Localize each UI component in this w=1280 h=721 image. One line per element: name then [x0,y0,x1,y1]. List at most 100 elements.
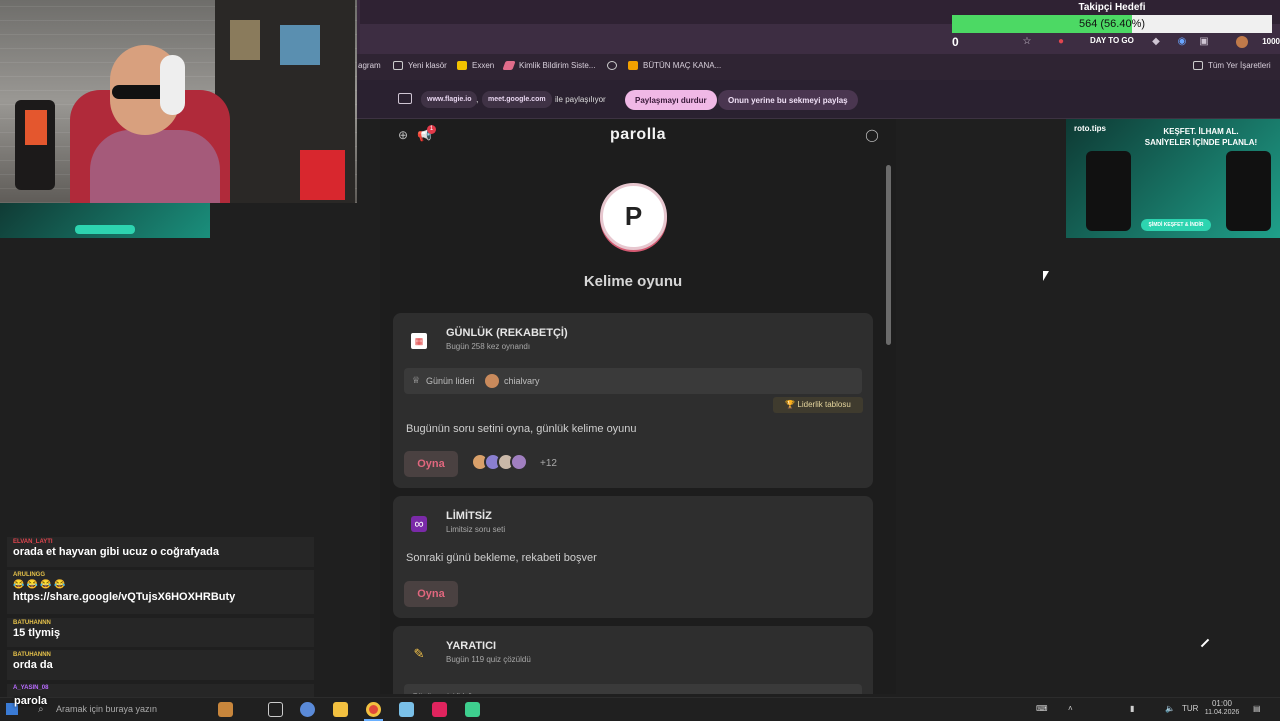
phone-image [1086,151,1131,231]
shared-site-chip: meet.google.com [482,91,552,108]
folder-icon [1193,61,1203,70]
turkish-flag [300,150,345,200]
search-placeholder: Aramak için buraya yazın [56,704,158,714]
site-logo[interactable]: parolla [380,126,896,144]
ad-headline: SANİYELER İÇİNDE PLANLA! [1144,138,1258,147]
pencil-icon: ✎ [413,646,425,661]
app-icon[interactable] [432,702,447,717]
globe-icon [607,61,617,70]
leader-name[interactable]: chialvary [504,376,540,386]
battery-icon[interactable]: ▮ [1130,704,1134,713]
webcam-overlay [0,0,357,203]
unlimited-game-card: ∞ LİMİTSİZ Limitsiz soru seti Sonraki gü… [393,496,873,618]
leaderboard-button[interactable]: 🏆 Liderlik tablosu [773,397,863,413]
card-subtitle: Bugün 119 quiz çözüldü [446,655,531,664]
pen-cursor-icon [1200,638,1210,648]
bookmark-item[interactable]: BÜTÜN MAÇ KANA... [628,61,721,70]
taskbar-search[interactable]: ⌕ Aramak için buraya yazın [32,701,202,718]
chrome-icon[interactable] [366,702,381,717]
chat-message: BATUHANNN orda da [7,650,314,680]
user-icon[interactable]: ◯ [865,128,879,142]
share-status-text: ile paylaşılıyor [555,95,606,104]
screen-share-icon [398,93,412,104]
all-bookmarks[interactable]: Tüm Yer İşaretleri [1193,61,1271,70]
exxen-icon [457,61,467,70]
play-button[interactable]: Oyna [404,451,458,477]
bookmark-item[interactable]: Kimlik Bildirim Siste... [502,61,596,70]
trophy-icon: ♕ [412,375,421,385]
daily-quiz-row[interactable]: Günün quizi "de" [404,684,862,694]
chat-text: parola [14,695,48,707]
app-icon[interactable] [465,702,480,717]
goal-progress-text: 564 (56.40%) [1078,18,1146,30]
chat-message: BATUHANNN 15 tlymiş [7,618,314,647]
goal-progress-bar: 564 (56.40%) [952,15,1272,33]
task-view-icon[interactable] [268,702,283,717]
clock-date[interactable]: 11.04.2026 [1202,709,1242,716]
ad-brand: roto.tips [1074,124,1106,133]
profile-avatar[interactable]: P [600,183,667,250]
ad-banner-right[interactable]: roto.tips KEŞFET. İLHAM AL. SANİYELER İÇ… [1066,119,1280,238]
id-icon [502,61,516,70]
figure [280,25,320,65]
taskbar-widget-icon[interactable] [218,702,233,717]
mouse-cursor [1043,271,1049,281]
copilot-icon[interactable] [300,702,315,717]
bookmark-item[interactable]: agram [358,61,381,70]
bookmark-item[interactable] [607,61,617,70]
leader-avatar [485,374,499,388]
keyboard-icon[interactable]: ⌨ [1036,704,1048,713]
phone-image [1226,151,1271,231]
bookmark-label: Kimlik Bildirim Siste... [519,61,596,70]
separator: , [476,94,479,104]
more-players-count: +12 [540,458,557,469]
shared-site-chip: www.flagie.io [421,91,478,108]
chat-emoji: 😂 😂 😂 😂 [13,579,66,589]
chat-text: orda da [13,659,53,671]
app-icon[interactable] [399,702,414,717]
ad-banner-left[interactable] [0,203,210,238]
calendar-icon: ▦ [411,333,427,349]
player-avatar [510,453,528,471]
clock-time[interactable]: 01:00 [1205,699,1239,708]
tray-chevron-icon[interactable]: ˄ [1068,704,1073,713]
chat-message: ARULINGG 😂 😂 😂 😂 https://share.google/vQ… [7,570,314,614]
share-this-tab-button[interactable]: Onun yerine bu sekmeyi paylaş [718,90,858,110]
page-scrollbar[interactable] [885,157,892,692]
goal-end-value: 1000 [1262,37,1280,46]
play-button[interactable]: Oyna [404,581,458,607]
jp-icon [628,61,638,70]
scrollbar-thumb[interactable] [886,165,891,345]
folder-icon [393,61,403,70]
bookmark-item[interactable]: Exxen [457,61,494,70]
page-title: Kelime oyunu [583,273,683,290]
chat-username: A_YASIN_08 [13,685,49,691]
follower-goal-widget: Takipçi Hedefi 564 (56.40%) 0 1000 [952,0,1280,52]
mic-light [25,110,47,145]
card-title: LİMİTSİZ [446,510,492,522]
streamer-shirt [90,130,220,203]
card-title: GÜNLÜK (REKABETÇİ) [446,327,568,339]
parolla-page: ⊕ 📢 1 parolla ◯ P Kelime oyunu ▦ GÜNLÜK … [380,119,896,694]
notification-icon[interactable]: ▤ [1253,704,1261,713]
input-language[interactable]: TUR [1182,704,1198,713]
bookmark-label: BÜTÜN MAÇ KANA... [643,61,722,70]
chat-message: ELVAN_LAYTI orada et hayvan gibi ucuz o … [7,537,314,567]
headphones [160,55,185,115]
card-title: YARATICI [446,640,497,652]
chat-text: https://share.google/vQTujsX6HOXHRButy [13,591,236,603]
bookmark-label: Tüm Yer İşaretleri [1208,61,1271,70]
chat-text: orada et hayvan gibi ucuz o coğrafyada [13,546,219,558]
daily-game-card: ▦ GÜNLÜK (REKABETÇİ) Bugün 258 kez oynan… [393,313,873,488]
stop-sharing-button[interactable]: Paylaşmayı durdur [625,90,717,110]
chat-username: ELVAN_LAYTI [13,539,53,545]
chat-text: 15 tlymiş [13,627,61,639]
goal-start-value: 0 [952,35,959,49]
file-explorer-icon[interactable] [333,702,348,717]
volume-icon[interactable]: 🔈 [1165,704,1175,713]
daily-leader-row: ♕ Günün lideri chialvary [404,368,862,394]
bookmark-label: agram [358,61,381,70]
chat-username: ARULINGG [13,572,45,578]
ad-cta: ŞİMDİ KEŞFET & İNDİR [1141,219,1211,231]
bookmark-folder[interactable]: Yeni klasör [393,61,447,70]
